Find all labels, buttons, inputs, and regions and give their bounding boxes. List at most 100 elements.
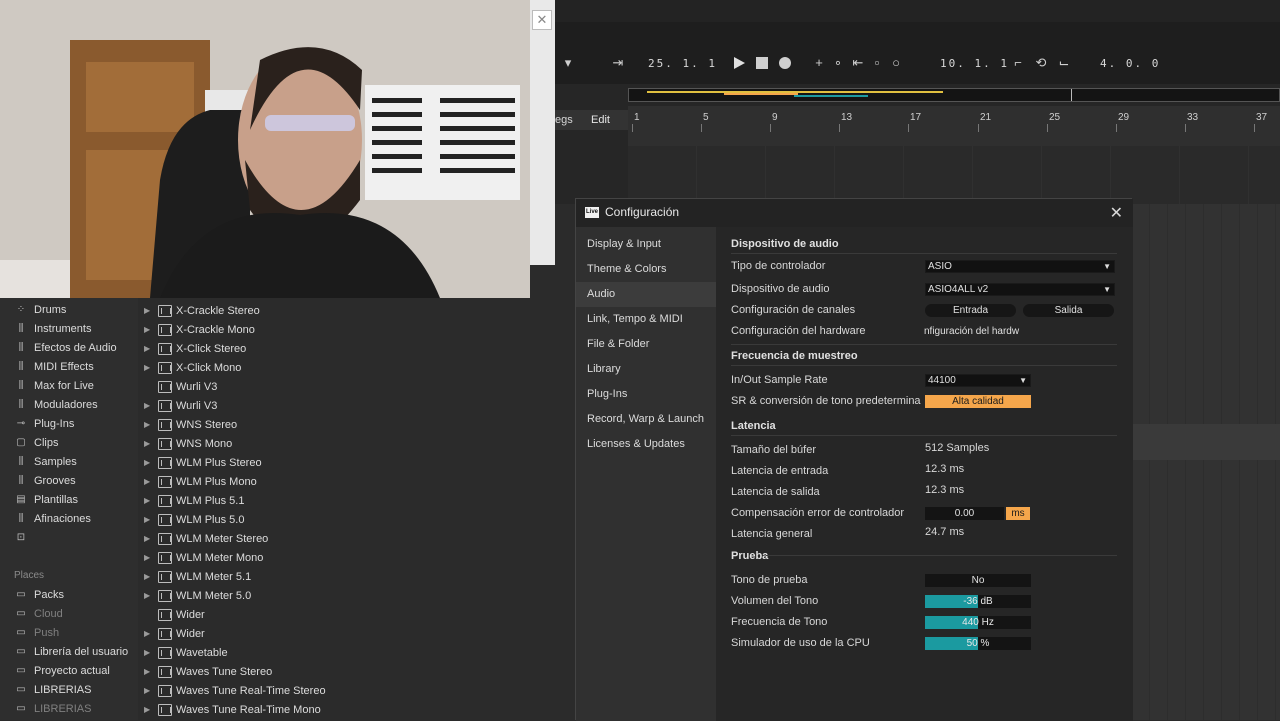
capture-icon[interactable]: ▫ — [869, 55, 885, 71]
list-item[interactable]: ▶ Waves Tune Real-Time Stereo — [144, 681, 326, 700]
list-item[interactable]: ▶ Wurli V3 — [144, 396, 217, 415]
place-item[interactable]: ▭ Cloud — [14, 605, 62, 623]
add-label-button[interactable]: ⊡ — [14, 529, 28, 547]
list-item[interactable]: ▶ WNS Stereo — [144, 415, 237, 434]
list-item[interactable]: ▶ Waves Tune Stereo — [144, 662, 272, 681]
tone-volume-slider[interactable]: -36 dB — [925, 595, 1031, 608]
expand-arrow-icon[interactable]: ▶ — [144, 363, 154, 372]
tab-link-tempo-midi[interactable]: Link, Tempo & MIDI — [576, 307, 716, 332]
place-item[interactable]: ▭ Packs — [14, 586, 64, 604]
sidebar-item-plantillas[interactable]: ▤ Plantillas — [14, 491, 78, 509]
buffer-size-value[interactable]: 512 Samples — [925, 442, 989, 454]
close-icon[interactable]: ✕ — [532, 10, 552, 30]
automation-arm-icon[interactable]: ∘ — [830, 55, 846, 71]
input-config-button[interactable]: Entrada — [925, 304, 1016, 317]
expand-arrow-icon[interactable]: ▶ — [144, 420, 154, 429]
list-item[interactable]: ▶ Wavetable — [144, 643, 228, 662]
list-item[interactable]: ▶ Wider — [144, 624, 205, 643]
tab-audio[interactable]: Audio — [576, 282, 716, 307]
expand-arrow-icon[interactable]: ▶ — [144, 439, 154, 448]
tab-display-input[interactable]: Display & Input — [576, 232, 716, 257]
tab-theme-colors[interactable]: Theme & Colors — [576, 257, 716, 282]
loop-start[interactable]: 10. 1. 1 — [940, 57, 1009, 70]
expand-arrow-icon[interactable]: ▶ — [144, 325, 154, 334]
output-config-button[interactable]: Salida — [1023, 304, 1114, 317]
driver-type-select[interactable]: ASIO — [925, 260, 1115, 273]
tone-frequency-slider[interactable]: 440 Hz — [925, 616, 1031, 629]
list-item[interactable]: ▶ X-Click Mono — [144, 358, 241, 377]
close-icon[interactable]: ✕ — [1110, 203, 1123, 223]
expand-arrow-icon[interactable]: ▶ — [144, 591, 154, 600]
list-item[interactable]: ▶ WLM Plus Stereo — [144, 453, 262, 472]
punch-out-icon[interactable]: ⌙ — [1056, 55, 1072, 71]
sidebar-item-instruments[interactable]: ⫼ Instruments — [14, 320, 92, 338]
expand-arrow-icon[interactable]: ▶ — [144, 648, 154, 657]
follow-icon[interactable]: ⇥ — [610, 55, 626, 71]
place-item[interactable]: ▭ LIBRERIAS — [14, 700, 91, 718]
place-item[interactable]: ▭ Proyecto actual — [14, 662, 110, 680]
expand-arrow-icon[interactable]: ▶ — [144, 572, 154, 581]
beat-time-ruler[interactable]: 1 5 9 13 17 21 25 29 33 37 — [628, 106, 1280, 146]
tab-licenses-updates[interactable]: Licenses & Updates — [576, 432, 716, 457]
expand-arrow-icon[interactable]: ▶ — [144, 686, 154, 695]
sidebar-item-drums[interactable]: ⁘ Drums — [14, 301, 67, 319]
list-item[interactable]: Wurli V3 — [144, 377, 217, 396]
list-item[interactable]: ▶ WLM Meter 5.0 — [144, 586, 251, 605]
cpu-sim-slider[interactable]: 50 % — [925, 637, 1031, 650]
list-item[interactable]: ▶ X-Crackle Mono — [144, 320, 255, 339]
list-item[interactable]: ▶ WLM Meter 5.1 — [144, 567, 251, 586]
record-icon[interactable] — [777, 55, 793, 71]
place-item[interactable]: ▭ Push — [14, 624, 59, 642]
sidebar-item-efectos-de-audio[interactable]: ⫼ Efectos de Audio — [14, 339, 117, 357]
expand-arrow-icon[interactable]: ▶ — [144, 344, 154, 353]
loop-length[interactable]: 4. 0. 0 — [1100, 57, 1160, 70]
list-item[interactable]: ▶ WLM Meter Stereo — [144, 529, 268, 548]
list-item[interactable]: ▶ X-Click Stereo — [144, 339, 246, 358]
arrangement-lanes[interactable] — [628, 146, 1280, 206]
place-item[interactable]: ▭ LIBRERIAS — [14, 681, 91, 699]
arrangement-overview[interactable] — [628, 88, 1280, 102]
sidebar-item-clips[interactable]: ▢ Clips — [14, 434, 58, 452]
sidebar-item-grooves[interactable]: ⫼ Grooves — [14, 472, 76, 490]
expand-arrow-icon[interactable]: ▶ — [144, 477, 154, 486]
play-icon[interactable] — [731, 55, 747, 71]
list-item[interactable]: ▶ Waves Tune Real-Time Mono — [144, 700, 321, 719]
list-item[interactable]: ▶ WLM Meter Mono — [144, 548, 263, 567]
tab-file-folder[interactable]: File & Folder — [576, 332, 716, 357]
expand-arrow-icon[interactable]: ▶ — [144, 496, 154, 505]
sidebar-item-plug-ins[interactable]: ⊸ Plug-Ins — [14, 415, 75, 433]
stop-icon[interactable] — [754, 55, 770, 71]
test-tone-toggle[interactable]: No — [925, 574, 1031, 587]
loop-switch-icon[interactable]: ⟲ — [1033, 55, 1049, 71]
expand-arrow-icon[interactable]: ▶ — [144, 553, 154, 562]
sidebar-item-midi-effects[interactable]: ⫼ MIDI Effects — [14, 358, 94, 376]
expand-arrow-icon[interactable]: ▶ — [144, 458, 154, 467]
tab-legs[interactable]: egs — [555, 114, 573, 126]
punch-in-icon[interactable]: ⌐ — [1010, 55, 1026, 71]
expand-arrow-icon[interactable]: ▶ — [144, 401, 154, 410]
session-record-icon[interactable]: ○ — [888, 55, 904, 71]
list-item[interactable]: ▶ WLM Plus 5.0 — [144, 510, 244, 529]
song-position[interactable]: 25. 1. 1 — [648, 57, 717, 70]
expand-arrow-icon[interactable]: ▶ — [144, 667, 154, 676]
driver-error-comp-field[interactable]: 0.00 — [925, 507, 1004, 520]
sidebar-item-max-for-live[interactable]: ⫼ Max for Live — [14, 377, 94, 395]
overdub-icon[interactable]: + — [811, 55, 827, 71]
place-item[interactable]: ▭ Librería del usuario — [14, 643, 128, 661]
sidebar-item-samples[interactable]: ⫼ Samples — [14, 453, 77, 471]
list-item[interactable]: ▶ X-Crackle Stereo — [144, 301, 260, 320]
expand-arrow-icon[interactable]: ▶ — [144, 705, 154, 714]
list-item[interactable]: ▶ WLM Plus Mono — [144, 472, 257, 491]
expand-arrow-icon[interactable]: ▶ — [144, 534, 154, 543]
dropdown-arrow-icon[interactable]: ▾ — [560, 55, 576, 71]
expand-arrow-icon[interactable]: ▶ — [144, 629, 154, 638]
list-item[interactable]: Wider — [144, 605, 205, 624]
list-item[interactable]: ▶ WNS Mono — [144, 434, 232, 453]
tab-library[interactable]: Library — [576, 357, 716, 382]
sidebar-item-afinaciones[interactable]: ⫼ Afinaciones — [14, 510, 91, 528]
back-to-arrangement-icon[interactable]: ⇤ — [850, 55, 866, 71]
tab-plug-ins[interactable]: Plug-Ins — [576, 382, 716, 407]
list-item[interactable]: ▶ WLM Plus 5.1 — [144, 491, 244, 510]
sample-rate-select[interactable]: 44100 — [925, 374, 1031, 387]
sr-conversion-toggle[interactable]: Alta calidad — [925, 395, 1031, 408]
